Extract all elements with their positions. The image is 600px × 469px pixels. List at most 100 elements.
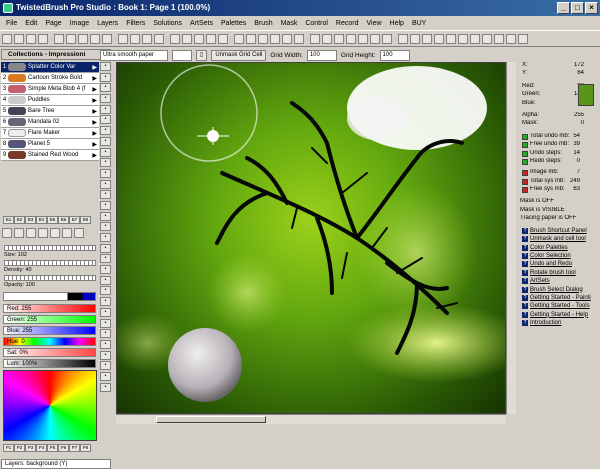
copy-icon[interactable] <box>90 33 100 44</box>
tab-p5[interactable]: P5 <box>47 444 58 452</box>
shortcut-button[interactable]: • <box>100 339 111 349</box>
pencil-icon[interactable] <box>322 33 332 44</box>
brush-tool-icon[interactable] <box>2 228 12 238</box>
menu-control[interactable]: Control <box>301 20 332 27</box>
tab-p3[interactable]: P3 <box>25 444 36 452</box>
tab-b6[interactable]: B6 <box>58 216 69 224</box>
tab-p1[interactable]: P1 <box>3 444 14 452</box>
grid-width-input[interactable]: 100 <box>306 49 337 61</box>
polygon-icon[interactable] <box>282 33 292 44</box>
filter-icon[interactable] <box>422 33 432 44</box>
painting-canvas[interactable] <box>116 62 506 414</box>
text-icon[interactable] <box>446 33 456 44</box>
shortcut-button[interactable]: • <box>100 275 111 285</box>
help-link-1[interactable]: ? Brush Shortcut Panel <box>520 227 600 235</box>
shortcut-button[interactable]: • <box>100 136 111 146</box>
blur-icon[interactable] <box>382 33 392 44</box>
smudge-icon[interactable] <box>370 33 380 44</box>
menu-palettes[interactable]: Palettes <box>217 20 250 27</box>
crop-icon[interactable] <box>206 33 216 44</box>
chevron-right-icon[interactable]: ▶ <box>92 97 99 104</box>
menu-edit[interactable]: Edit <box>21 20 41 27</box>
tab-b5[interactable]: B5 <box>47 216 58 224</box>
help-icon[interactable] <box>518 33 528 44</box>
eraser-icon[interactable] <box>358 33 368 44</box>
brush-icon[interactable] <box>310 33 320 44</box>
lock-icon[interactable]: ▯ <box>196 49 208 61</box>
tab-b2[interactable]: B2 <box>14 216 25 224</box>
green-slider[interactable]: Green: 255 <box>3 315 96 324</box>
menu-filters[interactable]: Filters <box>122 20 149 27</box>
menu-solutions[interactable]: Solutions <box>149 20 186 27</box>
chevron-right-icon[interactable]: ▶ <box>92 108 99 115</box>
flip-icon[interactable] <box>142 33 152 44</box>
undo-icon[interactable] <box>54 33 64 44</box>
brush-item-3[interactable]: 3 Simple Meta Blob 4 (f ▶ <box>1 84 99 95</box>
help-link-10[interactable]: ? Getting Started - Tools <box>520 302 600 310</box>
brush-tool-icon[interactable] <box>38 228 48 238</box>
help-link-9[interactable]: ? Getting Started - Painti <box>520 294 600 302</box>
save-icon[interactable] <box>26 33 36 44</box>
tab-b7[interactable]: B7 <box>69 216 80 224</box>
menu-brush[interactable]: Brush <box>250 20 276 27</box>
help-link-12[interactable]: ? Introduction <box>520 319 600 327</box>
brush-tool-icon[interactable] <box>74 228 84 238</box>
vertical-scrollbar[interactable] <box>506 62 516 414</box>
play-icon[interactable] <box>482 33 492 44</box>
close-button[interactable]: × <box>585 2 598 14</box>
shortcut-button[interactable]: • <box>100 243 111 253</box>
chevron-right-icon[interactable]: ▶ <box>92 75 99 82</box>
shortcut-button[interactable]: • <box>100 265 111 275</box>
shortcut-button[interactable]: • <box>100 72 111 82</box>
chevron-right-icon[interactable]: ▶ <box>92 64 99 71</box>
rectangle-icon[interactable] <box>246 33 256 44</box>
mask-icon[interactable] <box>398 33 408 44</box>
menu-layers[interactable]: Layers <box>93 20 122 27</box>
scroll-thumb[interactable] <box>156 416 266 423</box>
shortcut-button[interactable]: • <box>100 222 111 232</box>
grid-icon[interactable] <box>154 33 164 44</box>
density-slider[interactable] <box>4 260 96 266</box>
menu-artsets[interactable]: ArtSets <box>186 20 217 27</box>
tab-b3[interactable]: B3 <box>25 216 36 224</box>
color-palette[interactable] <box>3 370 97 441</box>
grid-height-input[interactable]: 100 <box>379 49 410 61</box>
shortcut-button[interactable]: • <box>100 286 111 296</box>
opacity-slider[interactable] <box>4 275 96 281</box>
redo-icon[interactable] <box>66 33 76 44</box>
shortcut-button[interactable]: • <box>100 190 111 200</box>
line-icon[interactable] <box>270 33 280 44</box>
help-link-8[interactable]: ? Brush Select Dialog <box>520 285 600 293</box>
menu-record[interactable]: Record <box>332 20 363 27</box>
new-icon[interactable] <box>2 33 12 44</box>
chevron-right-icon[interactable]: ▶ <box>92 86 99 93</box>
brush-tool-icon[interactable] <box>26 228 36 238</box>
layers-selector[interactable]: Layers: background (Y) <box>1 459 111 469</box>
shortcut-button[interactable]: • <box>100 307 111 317</box>
menu-view[interactable]: View <box>362 20 385 27</box>
tab-b8[interactable]: B8 <box>80 216 91 224</box>
blue-slider[interactable]: Blue: 255 <box>3 326 96 335</box>
menu-buy[interactable]: BUY <box>408 20 430 27</box>
settings-icon[interactable] <box>506 33 516 44</box>
horizontal-scrollbar[interactable] <box>116 414 506 424</box>
chevron-right-icon[interactable]: ▶ <box>92 141 99 148</box>
menu-file[interactable]: File <box>2 20 21 27</box>
paper-select[interactable]: Ultra smooth paper <box>100 49 168 61</box>
red-slider[interactable]: Red: 255 <box>3 304 96 313</box>
brush-item-8[interactable]: 8 Planet 5 ▶ <box>1 139 99 150</box>
tab-p7[interactable]: P7 <box>69 444 80 452</box>
zoom-out-icon[interactable] <box>182 33 192 44</box>
paste-icon[interactable] <box>102 33 112 44</box>
tab-p4[interactable]: P4 <box>36 444 47 452</box>
effects-icon[interactable] <box>434 33 444 44</box>
help-link-11[interactable]: ? Getting Started - Help <box>520 311 600 319</box>
shortcut-button[interactable]: • <box>100 126 111 136</box>
help-link-7[interactable]: ? ArtSets <box>520 277 600 285</box>
chevron-right-icon[interactable]: ▶ <box>92 119 99 126</box>
sat-slider[interactable]: Sat: 0% <box>3 348 96 357</box>
shortcut-button[interactable]: • <box>100 297 111 307</box>
resize-icon[interactable] <box>218 33 228 44</box>
shortcut-button[interactable]: • <box>100 62 111 71</box>
lum-slider[interactable]: Lum: 100% <box>3 359 96 368</box>
